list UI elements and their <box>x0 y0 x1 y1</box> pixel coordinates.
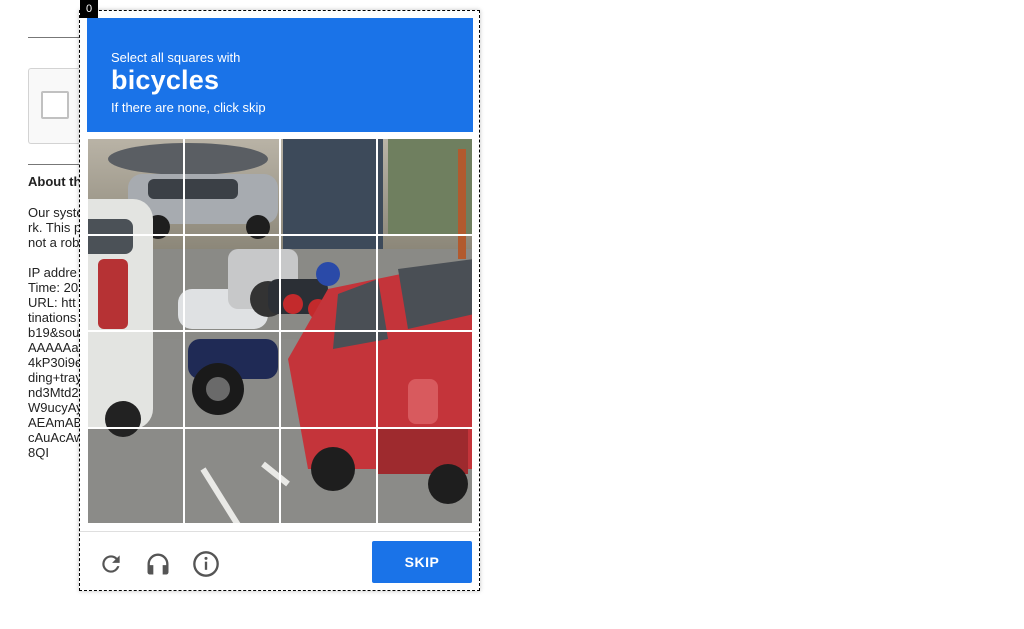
tile-image <box>184 139 280 234</box>
tile-image <box>88 331 183 427</box>
about-heading: About th <box>28 174 82 189</box>
tile-image <box>377 139 473 234</box>
tile-image <box>184 235 280 331</box>
image-tile[interactable] <box>280 138 377 235</box>
focus-index-badge: 0 <box>80 0 98 18</box>
tile-image <box>280 235 376 331</box>
tile-image <box>377 331 473 427</box>
instruction-text: Select all squares with <box>111 50 241 65</box>
image-tile[interactable] <box>183 427 280 524</box>
skip-button[interactable]: SKIP <box>372 541 472 583</box>
target-object: bicycles <box>111 65 220 95</box>
detail-line: IP addre <box>28 265 77 280</box>
help-button[interactable] <box>189 547 223 581</box>
tile-image <box>88 139 183 234</box>
detail-line: AEAmAB <box>28 415 83 430</box>
image-tile[interactable] <box>87 331 184 428</box>
detail-line: 8QI <box>28 445 49 460</box>
tile-image <box>88 428 183 524</box>
info-icon <box>193 551 219 577</box>
detail-line: 4kP30i9e <box>28 355 83 370</box>
recaptcha-challenge-popup: Select all squares with bicycles If ther… <box>79 10 480 591</box>
image-tile[interactable] <box>87 138 184 235</box>
headphones-icon <box>147 553 169 575</box>
detail-line: URL: htt <box>28 295 76 310</box>
image-tile[interactable] <box>183 234 280 331</box>
reload-icon <box>102 555 120 573</box>
tile-image <box>377 428 473 524</box>
detail-line: tinations <box>28 310 77 325</box>
image-tile[interactable] <box>376 427 473 524</box>
image-tile[interactable] <box>183 331 280 428</box>
tile-image <box>184 331 280 427</box>
tile-image <box>377 235 473 331</box>
tile-image <box>280 331 376 427</box>
audio-challenge-button[interactable] <box>141 547 175 581</box>
detail-line: AAAAAa <box>28 340 79 355</box>
image-grid <box>87 138 473 524</box>
image-tile[interactable] <box>280 331 377 428</box>
recaptcha-checkbox[interactable] <box>41 91 69 119</box>
detail-line: cAuAcAw <box>28 430 84 445</box>
reload-button[interactable] <box>94 547 128 581</box>
detail-line: W9ucyAy <box>28 400 83 415</box>
about-paragraph-line: rk. This p <box>28 220 82 235</box>
challenge-banner: Select all squares with bicycles If ther… <box>87 18 473 132</box>
image-tile[interactable] <box>376 234 473 331</box>
tile-image <box>280 139 376 234</box>
tile-image <box>184 428 280 524</box>
about-paragraph-line: not a rob <box>28 235 80 250</box>
image-tile[interactable] <box>376 138 473 235</box>
tile-image <box>280 428 376 524</box>
image-tile[interactable] <box>183 138 280 235</box>
image-tile[interactable] <box>87 427 184 524</box>
image-tile[interactable] <box>87 234 184 331</box>
about-paragraph-line: Our syste <box>28 205 84 220</box>
image-tile[interactable] <box>280 234 377 331</box>
detail-line: b19&sou <box>28 325 80 340</box>
skip-hint: If there are none, click skip <box>111 100 266 115</box>
detail-line: ding+tray <box>28 370 82 385</box>
tile-image <box>88 235 183 331</box>
footer-divider <box>80 531 479 532</box>
image-tile[interactable] <box>376 331 473 428</box>
image-tile[interactable] <box>280 427 377 524</box>
detail-line: Time: 20 <box>28 280 79 295</box>
detail-line: nd3Mtd2 <box>28 385 79 400</box>
